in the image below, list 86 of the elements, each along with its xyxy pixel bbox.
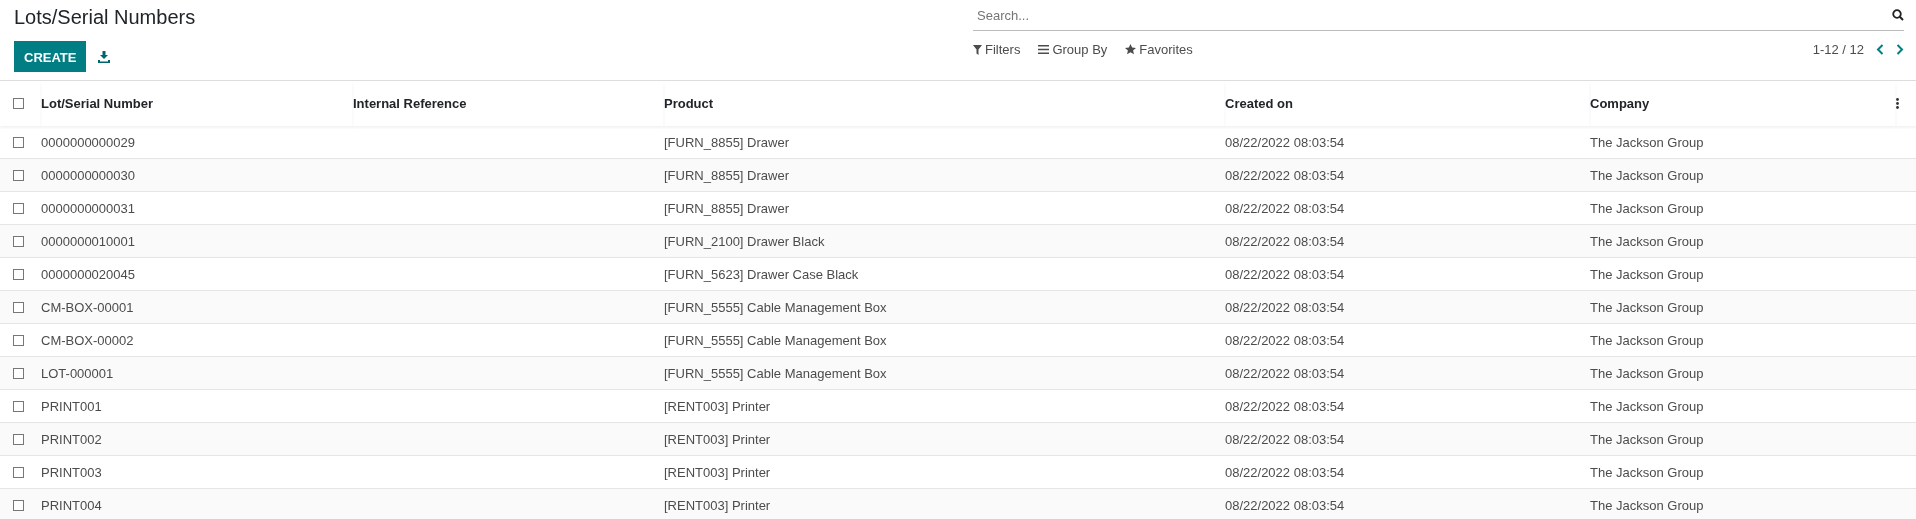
table-cell: [FURN_8855] Drawer (664, 200, 789, 216)
table-cell: 08/22/2022 08:03:54 (1225, 299, 1345, 315)
select-all-checkbox[interactable] (13, 98, 24, 109)
table-cell: 0000000000030 (41, 167, 135, 183)
row-checkbox[interactable] (13, 334, 24, 346)
row-checkbox[interactable] (13, 202, 24, 214)
table-cell: PRINT002 (41, 431, 102, 447)
page-title: Lots/Serial Numbers (14, 6, 197, 29)
table-cell: 08/22/2022 08:03:54 (1225, 233, 1345, 249)
column-header[interactable]: Product (664, 96, 714, 111)
next-icon[interactable] (1896, 44, 1904, 55)
row-checkbox[interactable] (13, 268, 24, 280)
row-checkbox[interactable] (13, 400, 24, 412)
table-cell: The Jackson Group (1590, 497, 1704, 513)
table-cell: The Jackson Group (1590, 464, 1704, 480)
create-button[interactable]: CREATE (14, 41, 87, 72)
column-header[interactable]: Lot/Serial Number (41, 96, 153, 111)
row-checkbox[interactable] (13, 499, 24, 511)
menu-icon (1038, 45, 1050, 54)
table-cell: [FURN_5555] Cable Management Box (664, 332, 887, 348)
table-cell: The Jackson Group (1590, 332, 1704, 348)
star-icon (1125, 44, 1137, 55)
table-cell: 08/22/2022 08:03:54 (1225, 266, 1345, 282)
table-cell: 08/22/2022 08:03:54 (1225, 134, 1345, 150)
table-cell: 08/22/2022 08:03:54 (1225, 431, 1345, 447)
table-cell: 08/22/2022 08:03:54 (1225, 200, 1345, 216)
table-cell: The Jackson Group (1590, 233, 1704, 249)
row-checkbox[interactable] (13, 136, 24, 148)
table-cell: CM-BOX-00002 (41, 332, 134, 348)
row-checkbox[interactable] (13, 169, 24, 181)
table-row[interactable]: LOT-000001 [FURN_5555] Cable Management Box 08/22/2022 08:03:54 The Jackson Group (0, 357, 1916, 390)
table-cell: The Jackson Group (1590, 266, 1704, 282)
row-checkbox[interactable] (13, 367, 24, 379)
table-row[interactable]: PRINT004 [RENT003] Printer 08/22/2022 08:03:54 The Jackson Group (0, 489, 1916, 519)
row-checkbox[interactable] (13, 466, 24, 478)
pager-value[interactable]: 1-12 / 12 (1812, 42, 1864, 57)
table-cell: The Jackson Group (1590, 200, 1704, 216)
table-cell: 0000000000029 (41, 134, 135, 150)
table-cell: The Jackson Group (1590, 167, 1704, 183)
table-cell: [RENT003] Printer (664, 398, 771, 414)
table-cell: PRINT001 (41, 398, 102, 414)
table-cell: [FURN_8855] Drawer (664, 134, 789, 150)
table-cell: 08/22/2022 08:03:54 (1225, 464, 1345, 480)
table-row[interactable]: PRINT002 [RENT003] Printer 08/22/2022 08:03:54 The Jackson Group (0, 423, 1916, 456)
more-options-icon[interactable] (1896, 98, 1899, 109)
row-checkbox[interactable] (13, 235, 24, 247)
row-checkbox[interactable] (13, 301, 24, 313)
table-cell: 08/22/2022 08:03:54 (1225, 332, 1345, 348)
table-cell: 08/22/2022 08:03:54 (1225, 497, 1345, 513)
filter-menu-button[interactable]: Group By (1038, 42, 1108, 57)
table-cell: 0000000020045 (41, 266, 135, 282)
table-cell: PRINT003 (41, 464, 102, 480)
column-header[interactable]: Internal Reference (353, 96, 467, 111)
table-cell: CM-BOX-00001 (41, 299, 134, 315)
table-cell: PRINT004 (41, 497, 102, 513)
table-cell: [FURN_2100] Drawer Black (664, 233, 825, 249)
table-row[interactable]: 0000000000030 [FURN_8855] Drawer 08/22/2022 08:03:54 The Jackson Group (0, 159, 1916, 192)
table-row[interactable]: CM-BOX-00001 [FURN_5555] Cable Management Box 08/22/2022 08:03:54 The Jackson Group (0, 291, 1916, 324)
table-cell: 0000000000031 (41, 200, 135, 216)
table-cell: [FURN_5623] Drawer Case Black (664, 266, 859, 282)
table-cell: The Jackson Group (1590, 431, 1704, 447)
table-cell: 0000000010001 (41, 233, 135, 249)
table-cell: [FURN_5555] Cable Management Box (664, 299, 887, 315)
table-cell: 08/22/2022 08:03:54 (1225, 398, 1345, 414)
table-cell: 08/22/2022 08:03:54 (1225, 167, 1345, 183)
table-row[interactable]: 0000000010001 [FURN_2100] Drawer Black 08/22/2022 08:03:54 The Jackson Group (0, 225, 1916, 258)
previous-icon[interactable] (1876, 44, 1884, 55)
column-header[interactable]: Created on (1225, 96, 1293, 111)
table-cell: The Jackson Group (1590, 398, 1704, 414)
table-cell: 08/22/2022 08:03:54 (1225, 365, 1345, 381)
download-icon[interactable] (98, 50, 111, 63)
table-cell: [RENT003] Printer (664, 464, 771, 480)
table-cell: [FURN_8855] Drawer (664, 167, 789, 183)
search-icon[interactable] (1892, 9, 1904, 21)
table-cell: The Jackson Group (1590, 299, 1704, 315)
filter-menu-button[interactable]: Filters (973, 42, 1021, 57)
table-cell: The Jackson Group (1590, 134, 1704, 150)
filter-icon (973, 44, 982, 55)
column-header[interactable]: Company (1590, 96, 1650, 111)
table-cell: LOT-000001 (41, 365, 114, 381)
table-cell: The Jackson Group (1590, 365, 1704, 381)
row-checkbox[interactable] (13, 433, 24, 445)
filter-menu-button[interactable]: Favorites (1125, 42, 1193, 57)
table-cell: [FURN_5555] Cable Management Box (664, 365, 887, 381)
table-cell: [RENT003] Printer (664, 497, 771, 513)
table-cell: [RENT003] Printer (664, 431, 771, 447)
